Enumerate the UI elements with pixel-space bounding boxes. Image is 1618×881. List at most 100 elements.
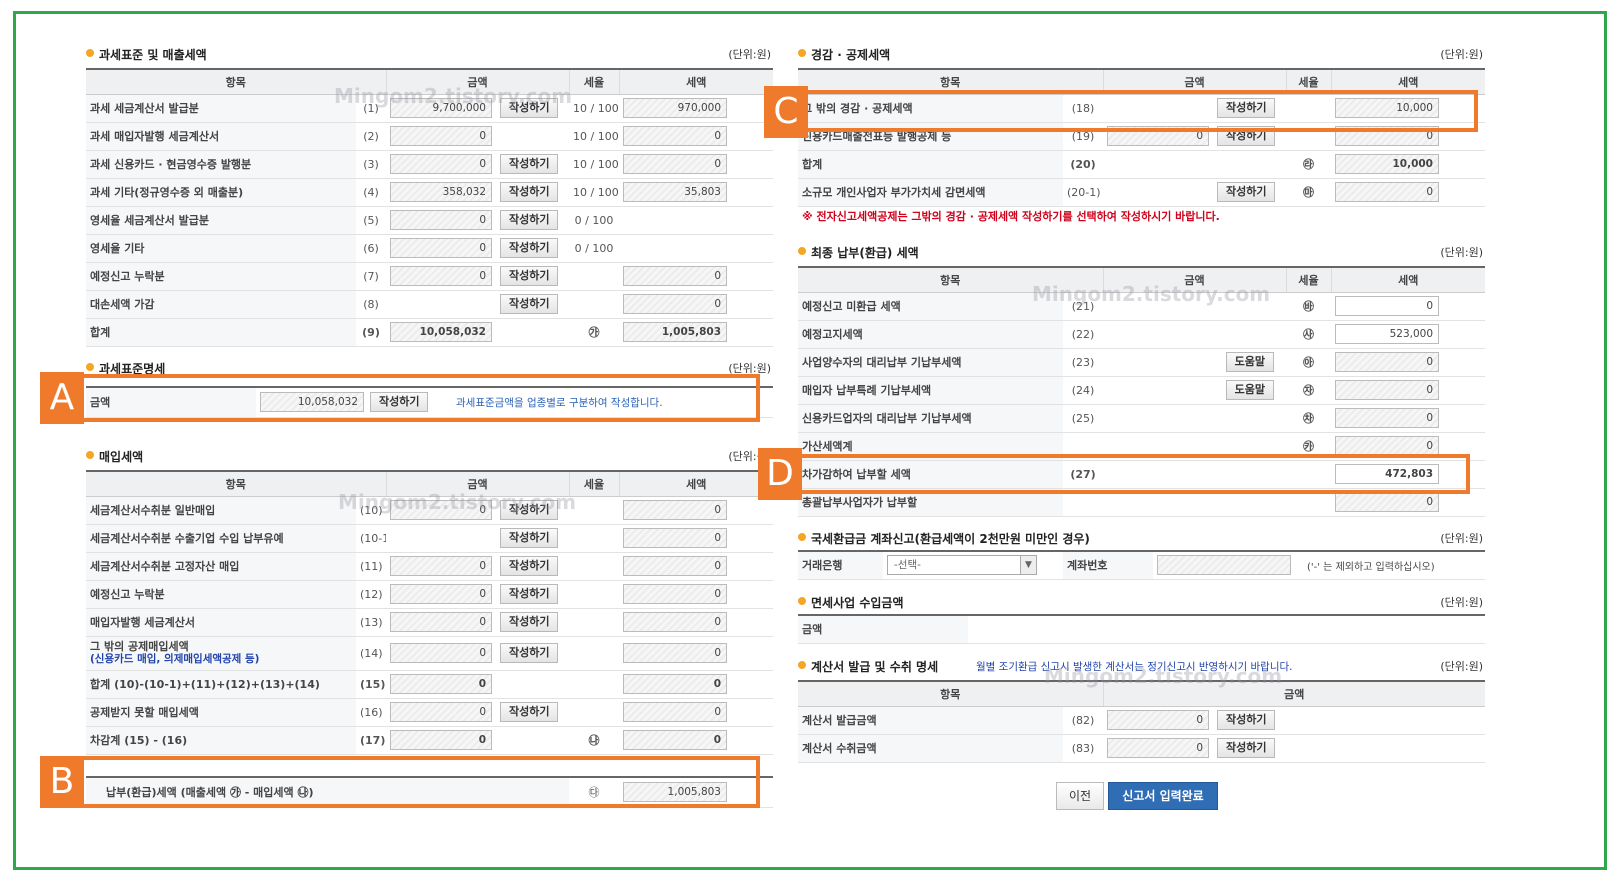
- row-button-cell: [496, 318, 569, 347]
- write-button[interactable]: 작성하기: [1217, 738, 1276, 758]
- row-empty-cell: [1286, 734, 1486, 763]
- amount-input[interactable]: 358,032: [390, 182, 492, 202]
- row-label: 공제받지 못할 매입세액: [86, 698, 356, 727]
- tax-input[interactable]: 0: [623, 584, 727, 604]
- tax-input[interactable]: 0: [623, 294, 727, 314]
- amount-input[interactable]: 0: [1107, 710, 1209, 730]
- tax-input[interactable]: 0: [1335, 492, 1439, 512]
- row-rate: [569, 670, 619, 699]
- write-button[interactable]: 작성하기: [500, 584, 559, 604]
- tag-a: A: [40, 372, 84, 424]
- amount-input[interactable]: 10,058,032: [390, 322, 492, 342]
- row-rate: ㉮: [569, 318, 619, 347]
- tax-input[interactable]: 0: [623, 674, 727, 694]
- bank-select[interactable]: -선택- ▼: [887, 555, 1037, 576]
- amount-input[interactable]: 0: [390, 612, 492, 632]
- tax-input[interactable]: 0: [623, 154, 727, 174]
- row-number: (3): [356, 150, 386, 179]
- tax-input[interactable]: 970,000: [623, 98, 727, 118]
- tax-input[interactable]: 0: [623, 556, 727, 576]
- amount-input[interactable]: 0: [390, 730, 492, 750]
- write-button[interactable]: 작성하기: [1217, 710, 1276, 730]
- tax-input[interactable]: 0: [1335, 380, 1439, 400]
- submit-button[interactable]: 신고서 입력완료: [1108, 782, 1218, 810]
- tax-input[interactable]: 0: [1335, 352, 1439, 372]
- row-tax-cell: 0: [1331, 348, 1485, 377]
- row-amount-cell: 0: [1103, 706, 1213, 735]
- write-button[interactable]: 작성하기: [500, 556, 559, 576]
- row-number: (6): [356, 234, 386, 263]
- screenshot-frame: 과세표준 및 매출세액 (단위:원) 항목 금액 세율 세액 과세 세금계산서 …: [13, 11, 1607, 870]
- refund-header: 국세환급금 계좌신고(환급세액이 2천만원 미만인 경우) (단위:원): [798, 528, 1485, 548]
- tax-input[interactable]: 0: [623, 702, 727, 722]
- tax-input[interactable]: 0: [1335, 408, 1439, 428]
- amount-input[interactable]: 0: [390, 126, 492, 146]
- row-amount-cell: 0: [1103, 734, 1213, 763]
- prev-button[interactable]: 이전: [1056, 782, 1104, 810]
- exempt-amount-cell[interactable]: [968, 614, 1485, 644]
- amount-input[interactable]: 0: [390, 702, 492, 722]
- tax-input[interactable]: 0: [623, 612, 727, 632]
- tax-input[interactable]: 0: [623, 528, 727, 548]
- row-button-cell: 작성하기: [1213, 706, 1286, 735]
- amount-input[interactable]: 0: [390, 556, 492, 576]
- tax-input[interactable]: 0: [623, 266, 727, 286]
- purchase-header-tax: 세액: [619, 470, 773, 497]
- write-button[interactable]: 작성하기: [1217, 182, 1276, 202]
- sales-unit: (단위:원): [728, 48, 771, 61]
- write-button[interactable]: 작성하기: [500, 702, 559, 722]
- row-button-cell: 작성하기: [496, 608, 569, 637]
- account-input[interactable]: [1157, 555, 1291, 576]
- tax-input[interactable]: 10,000: [1335, 154, 1439, 174]
- row-button-cell: 작성하기: [496, 234, 569, 263]
- tax-input[interactable]: 0: [623, 126, 727, 146]
- table-row: 공제받지 못할 매입세액 (16) 0 작성하기 0: [86, 698, 773, 727]
- help-button[interactable]: 도움말: [1225, 380, 1274, 400]
- row-rate: [569, 698, 619, 727]
- write-button[interactable]: 작성하기: [500, 612, 559, 632]
- watermark: Mingom2.tistory.com: [334, 84, 573, 108]
- invoice-title: 계산서 발급 및 수취 명세: [798, 658, 938, 675]
- bank-select-value: -선택-: [894, 559, 921, 572]
- row-button-cell: 작성하기: [496, 552, 569, 581]
- table-row: 매입자발행 세금계산서 (13) 0 작성하기 0: [86, 608, 773, 637]
- tax-input[interactable]: 523,000: [1335, 324, 1439, 344]
- table-row: 영세율 기타 (6) 0 작성하기 0 / 100: [86, 234, 773, 263]
- amount-input[interactable]: 0: [390, 210, 492, 230]
- row-number: (7): [356, 262, 386, 291]
- write-button[interactable]: 작성하기: [500, 294, 559, 314]
- tax-input[interactable]: 0: [623, 643, 727, 663]
- row-number: (14): [356, 636, 386, 671]
- amount-input[interactable]: 0: [390, 266, 492, 286]
- write-button[interactable]: 작성하기: [500, 266, 559, 286]
- amount-input[interactable]: 0: [390, 674, 492, 694]
- amount-input[interactable]: 0: [390, 643, 492, 663]
- write-button[interactable]: 작성하기: [500, 238, 559, 258]
- help-button[interactable]: 도움말: [1225, 352, 1274, 372]
- tax-input[interactable]: 1,005,803: [623, 322, 727, 342]
- tax-input[interactable]: 0: [623, 500, 727, 520]
- row-number: (9): [356, 318, 386, 347]
- amount-input[interactable]: 0: [390, 154, 492, 174]
- row-amount-cell: [1103, 320, 1286, 349]
- row-rate: ㉷: [1286, 404, 1331, 433]
- tax-input[interactable]: 0: [1335, 296, 1439, 316]
- tax-input[interactable]: 0: [623, 730, 727, 750]
- tax-input[interactable]: 0: [1335, 182, 1439, 202]
- write-button[interactable]: 작성하기: [500, 643, 559, 663]
- amount-input[interactable]: 0: [390, 238, 492, 258]
- write-button[interactable]: 작성하기: [500, 528, 559, 548]
- tag-b: B: [40, 756, 84, 808]
- tax-input[interactable]: 0: [1335, 436, 1439, 456]
- amount-input[interactable]: 0: [1107, 738, 1209, 758]
- write-button[interactable]: 작성하기: [500, 182, 559, 202]
- table-row: 과세 매입자발행 세금계산서 (2) 0 10 / 100 0: [86, 122, 773, 151]
- write-button[interactable]: 작성하기: [500, 210, 559, 230]
- tax-input[interactable]: 35,803: [623, 182, 727, 202]
- write-button[interactable]: 작성하기: [500, 154, 559, 174]
- row-button-cell: 작성하기: [496, 698, 569, 727]
- amount-input[interactable]: 0: [390, 584, 492, 604]
- row-tax-cell: 0: [619, 290, 773, 319]
- row-number: (23): [1063, 348, 1103, 377]
- refund-unit: (단위:원): [1440, 532, 1483, 545]
